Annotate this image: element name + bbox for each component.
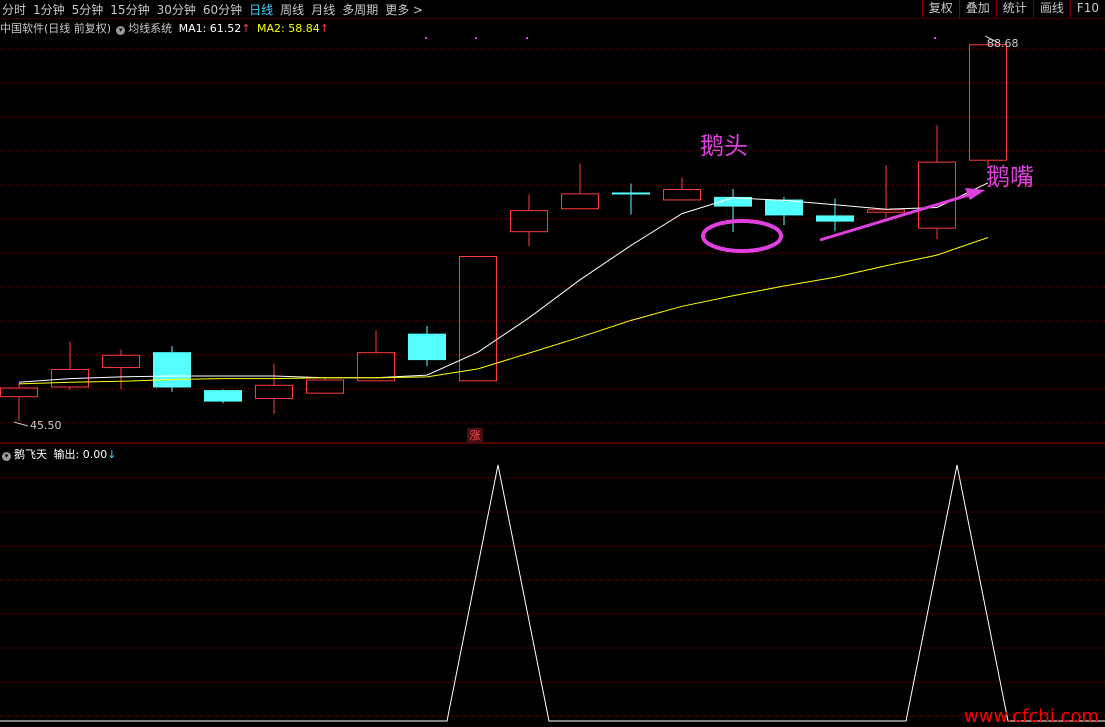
high-price-label: 88.68 <box>987 37 1019 50</box>
candle-body-up <box>561 193 599 210</box>
marker-dot <box>934 37 936 39</box>
zhang-badge[interactable]: 涨 <box>467 428 483 443</box>
candle-body-up <box>0 387 38 398</box>
indicator-line <box>0 464 1105 722</box>
candle-body-down <box>612 192 650 195</box>
candle-body-down <box>408 333 446 361</box>
candle-body-up <box>357 352 395 382</box>
goose-head-annotation: 鹅头 <box>700 132 748 160</box>
goose-head-ellipse <box>701 219 783 253</box>
candle-body-up <box>255 384 293 399</box>
watermark: www.cfchi.com <box>964 706 1099 727</box>
arrow-head-icon <box>965 188 985 200</box>
candle-body-up <box>969 44 1007 161</box>
candle-body-up <box>510 210 548 233</box>
marker-dot <box>425 37 427 39</box>
candle-body-down <box>816 215 854 222</box>
candle-body-up <box>867 209 905 213</box>
candle-body-up <box>102 354 140 369</box>
candle-body-down <box>204 390 242 402</box>
candle-body-up <box>459 256 497 382</box>
goose-beak-annotation: 鹅嘴 <box>986 163 1034 191</box>
kline-chart[interactable] <box>0 0 1105 727</box>
output-down-arrow-icon: ↓ <box>107 448 117 461</box>
candle-body-down <box>153 352 191 388</box>
indicator-title[interactable]: 鹅飞天 <box>14 448 47 461</box>
indicator-legend: ▾ 鹅飞天 输出: 0.00↓ <box>0 446 119 462</box>
marker-dot <box>526 37 528 39</box>
candle-body-up <box>663 188 701 201</box>
indicator-output: 输出: 0.00 <box>53 448 108 461</box>
candle-body-up <box>306 379 344 394</box>
low-price-label: 45.50 <box>30 419 62 432</box>
marker-dot <box>475 37 477 39</box>
candle-body-up <box>918 161 956 229</box>
indicator-dropdown-icon[interactable]: ▾ <box>2 452 11 461</box>
